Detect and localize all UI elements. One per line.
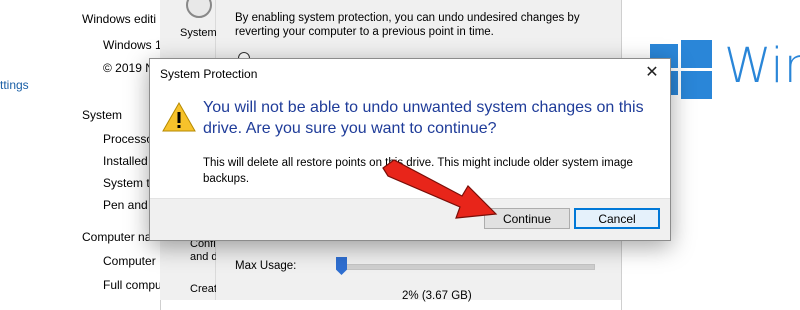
windows-brand-text: Win [724,38,800,94]
system-info-row: Computer na [82,230,152,244]
dialog-main-message: You will not be able to undo unwanted sy… [203,99,644,137]
system-info-row: Windows 1 [103,38,162,52]
dialog-sub-message: This will delete all restore points on t… [203,157,633,185]
protection-description-line1: By enabling system protection, you can u… [235,12,580,24]
system-info-row: System ty [103,176,156,190]
dialog-title: System Protection [160,67,258,81]
warning-icon [162,101,196,132]
create-label-fragment: Creat [190,283,217,295]
system-info-row: Pen and [103,198,148,212]
system-info-row: Processo [103,132,154,146]
system-info-row: Computer [103,254,156,268]
usage-value: 2% (3.67 GB) [402,290,472,302]
system-info-row: Full compu [103,278,162,292]
max-usage-slider-track[interactable] [338,264,595,270]
sidebar-system-label: System [180,27,217,39]
system-info-row: System [82,108,123,122]
settings-link[interactable]: ttings [0,78,29,92]
continue-button[interactable]: Continue [484,208,570,229]
system-protection-dialog: System Protection ✕ You will not be able… [149,58,671,241]
protection-description-line2: reverting your computer to a previous po… [235,26,494,38]
close-icon[interactable]: ✕ [642,63,662,83]
system-info-row: Windows editi [82,12,157,26]
max-usage-label: Max Usage: [235,260,297,272]
dialog-footer: Continue Cancel [150,198,670,240]
system-info-row: Installed [103,154,148,168]
system-info-row: © 2019 N [103,61,154,75]
cancel-button[interactable]: Cancel [574,208,660,229]
configure-label-fragment-2: and d [190,251,218,263]
